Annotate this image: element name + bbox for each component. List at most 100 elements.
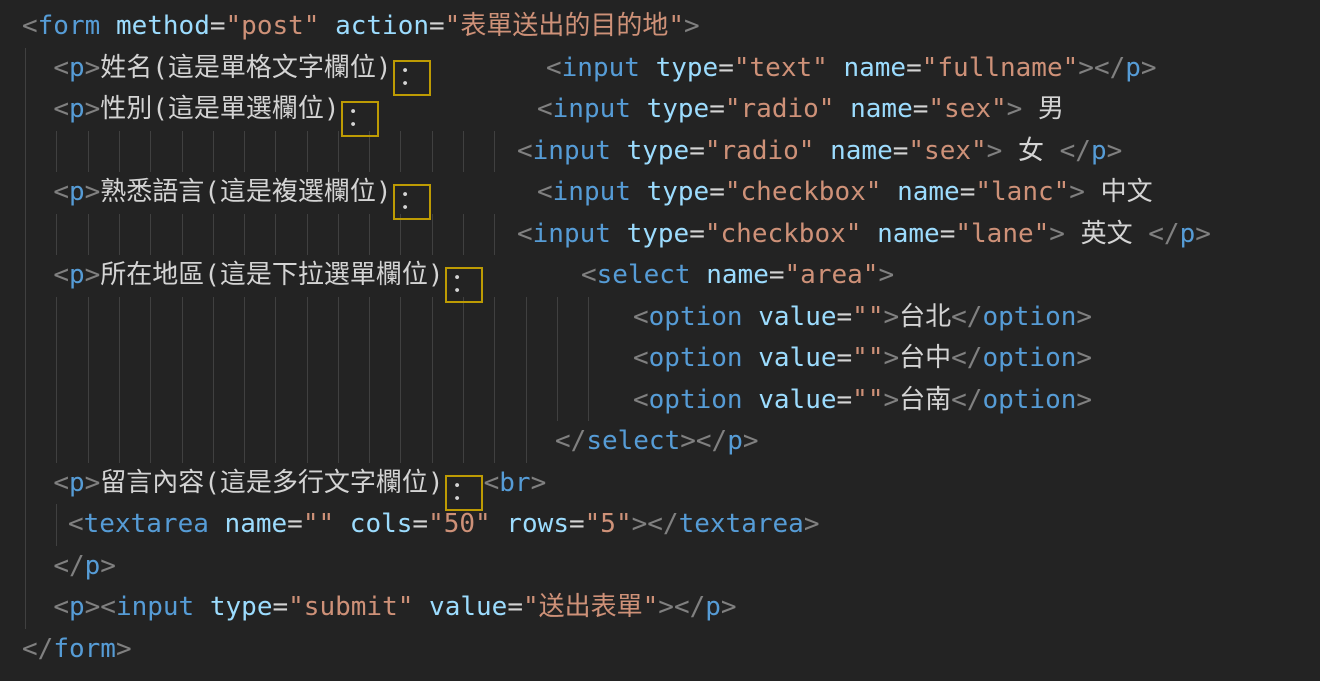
token-punctuation: > (85, 592, 101, 622)
indent-guide (588, 297, 589, 339)
indent-guide (150, 421, 151, 463)
unicode-highlight-box: ： (393, 184, 431, 220)
indent-guide (213, 380, 214, 422)
token-punctuation: > (116, 634, 132, 664)
indent-guide (150, 380, 151, 422)
token-attribute-name: value (758, 385, 836, 415)
code-line: <form method="post" action="表單送出的目的地"> (0, 6, 1320, 48)
token-string: "checkbox" (705, 219, 862, 249)
indent-guide (244, 131, 245, 173)
token-tag-name: input (116, 592, 194, 622)
token-attribute-name: cols (350, 509, 413, 539)
token-plain-text: = (960, 177, 976, 207)
indent-guide (494, 338, 495, 380)
token-punctuation: < (22, 11, 38, 41)
token-punctuation: < (53, 53, 69, 83)
indent-guide (338, 214, 339, 256)
indent-guide (369, 214, 370, 256)
token-punctuation: </ (951, 302, 982, 332)
token-string: "送出表單" (523, 592, 658, 622)
token-attribute-name: type (647, 177, 710, 207)
code-segment: </p> (22, 551, 116, 581)
indent-guide (88, 131, 89, 173)
token-string: "" (852, 343, 883, 373)
indent-guide (244, 421, 245, 463)
token-plain-text: = (769, 260, 785, 290)
token-plain-text: = (913, 94, 929, 124)
code-line: <option value="">台北</option> (0, 297, 1320, 339)
token-plain-text: = (507, 592, 523, 622)
token-attribute-name: type (647, 94, 710, 124)
token-punctuation: > (85, 53, 101, 83)
token-plain-text: = (709, 177, 725, 207)
token-string: "5" (585, 509, 632, 539)
token-punctuation: > (85, 94, 101, 124)
indent-guide (307, 214, 308, 256)
token-punctuation: > (1141, 53, 1157, 83)
indent-guide (150, 338, 151, 380)
token-punctuation: > (1195, 219, 1211, 249)
indent-guide (213, 297, 214, 339)
code-segment: <p>姓名(這是單格文字欄位)： (22, 53, 432, 83)
indent-guide (25, 380, 26, 422)
token-string: "checkbox" (725, 177, 882, 207)
token-plain-text (640, 53, 656, 83)
token-string: "area" (785, 260, 879, 290)
token-plain-text (194, 592, 210, 622)
token-tag-name: p (69, 94, 85, 124)
token-tag-name: p (69, 177, 85, 207)
token-tag-name: select (586, 426, 680, 456)
token-punctuation: < (53, 260, 69, 290)
indent-guide (56, 338, 57, 380)
token-punctuation: > (883, 343, 899, 373)
indent-guide (369, 297, 370, 339)
code-line: <p>熟悉語言(這是複選欄位)：<input type="checkbox" n… (0, 172, 1320, 214)
token-plain-text: = (412, 509, 428, 539)
token-tag-name: input (553, 94, 631, 124)
indent-guide (244, 380, 245, 422)
token-attribute-name: name (877, 219, 940, 249)
token-punctuation: </ (696, 426, 727, 456)
code-line: </p> (0, 546, 1320, 588)
indent-guide (275, 421, 276, 463)
token-punctuation: < (517, 219, 533, 249)
indent-guide (213, 338, 214, 380)
token-tag-name: p (69, 260, 85, 290)
indent-guide (432, 297, 433, 339)
indent-guide (463, 380, 464, 422)
indent-guide (244, 214, 245, 256)
token-punctuation: > (1069, 177, 1085, 207)
token-punctuation: < (537, 94, 553, 124)
token-plain-text: 英文 (1065, 219, 1148, 249)
token-plain-text (743, 385, 759, 415)
indent-guide (275, 214, 276, 256)
token-tag-name: option (982, 302, 1076, 332)
code-segment: <option value="">台中</option> (633, 338, 1092, 380)
token-tag-name: option (649, 343, 743, 373)
token-punctuation: > (1007, 94, 1023, 124)
code-segment: <option value="">台北</option> (633, 297, 1092, 339)
indent-guide (463, 421, 464, 463)
token-tag-name: p (727, 426, 743, 456)
code-editor[interactable]: <form method="post" action="表單送出的目的地"> <… (0, 0, 1320, 681)
token-plain-text: 男 (1022, 94, 1064, 124)
indent-guide (432, 131, 433, 173)
token-punctuation: > (85, 468, 101, 498)
indent-guide (119, 380, 120, 422)
indent-guide (526, 338, 527, 380)
code-segment: <input type="checkbox" name="lane"> 英文 <… (517, 214, 1211, 256)
token-plain-text (100, 11, 116, 41)
code-segment: <input type="radio" name="sex"> 女 </p> (517, 131, 1122, 173)
code-segment: <p><input type="submit" value="送出表單"></p… (22, 592, 737, 622)
indent-guide (119, 214, 120, 256)
token-punctuation: > (878, 260, 894, 290)
indent-guide (56, 504, 57, 546)
token-string: "radio" (705, 136, 815, 166)
code-line: </form> (0, 629, 1320, 671)
token-plain-text: = (689, 136, 705, 166)
indent-guide (557, 338, 558, 380)
token-plain-text: = (837, 385, 853, 415)
indent-guide (88, 338, 89, 380)
token-plain-text: = (718, 53, 734, 83)
code-line: <textarea name="" cols="50" rows="5"></t… (0, 504, 1320, 546)
